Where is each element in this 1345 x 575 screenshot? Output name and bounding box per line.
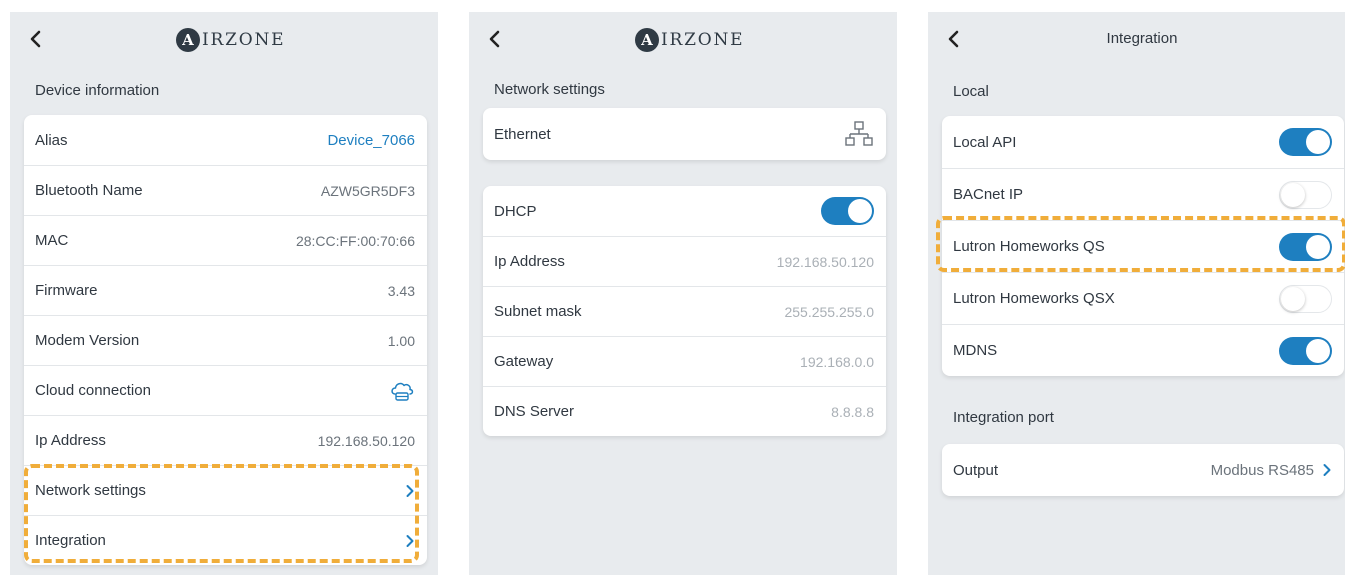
- local-api-toggle[interactable]: [1279, 128, 1332, 156]
- local-integrations-card: Local API BACnet IP Lutron Homeworks QS …: [942, 116, 1344, 376]
- row-firmware: Firmware 3.43: [24, 265, 427, 315]
- bacnet-ip-toggle[interactable]: [1279, 180, 1332, 209]
- dhcp-toggle[interactable]: [821, 197, 874, 225]
- row-ip-address: Ip Address 192.168.50.120: [483, 236, 886, 286]
- row-lutron-homeworks-qsx: Lutron Homeworks QSX: [942, 272, 1344, 324]
- network-icon: [845, 121, 873, 146]
- chevron-left-icon: [489, 30, 500, 48]
- section-title-integration-port: Integration port: [953, 409, 1054, 426]
- back-button[interactable]: [485, 28, 505, 50]
- device-info-card: Alias Device_7066 Bluetooth Name AZW5GR5…: [24, 115, 427, 565]
- row-gateway: Gateway 192.168.0.0: [483, 336, 886, 386]
- row-ip-address: Ip Address 192.168.50.120: [24, 415, 427, 465]
- row-local-api: Local API: [942, 116, 1344, 168]
- integration-item[interactable]: Integration: [24, 515, 427, 565]
- chevron-right-icon: [1322, 463, 1332, 477]
- back-button[interactable]: [26, 28, 46, 50]
- alias-value[interactable]: Device_7066: [327, 132, 415, 149]
- ip-config-card: DHCP Ip Address 192.168.50.120 Subnet ma…: [483, 186, 886, 436]
- network-settings-screen: A IRZONE Network settings Ethernet DHCP …: [469, 12, 897, 575]
- row-dns-server: DNS Server 8.8.8.8: [483, 386, 886, 436]
- row-bluetooth-name: Bluetooth Name AZW5GR5DF3: [24, 165, 427, 215]
- lutron-homeworks-qsx-toggle[interactable]: [1279, 284, 1332, 313]
- integration-port-card: Output Modbus RS485: [942, 444, 1344, 496]
- mdns-toggle[interactable]: [1279, 336, 1332, 365]
- row-subnet-mask: Subnet mask 255.255.255.0: [483, 286, 886, 336]
- lutron-homeworks-qs-toggle[interactable]: [1279, 232, 1332, 261]
- page-title: Integration: [1106, 30, 1178, 47]
- section-title-local: Local: [953, 83, 989, 100]
- row-cloud-connection: Cloud connection: [24, 365, 427, 415]
- airzone-logo: A IRZONE: [176, 27, 285, 53]
- chevron-right-icon: [405, 534, 415, 548]
- chevron-right-icon: [405, 484, 415, 498]
- section-title-device-information: Device information: [35, 82, 160, 99]
- row-dhcp: DHCP: [483, 186, 886, 236]
- row-modem-version: Modem Version 1.00: [24, 315, 427, 365]
- cloud-storage-icon: [391, 382, 414, 401]
- chevron-left-icon: [30, 30, 41, 48]
- row-ethernet[interactable]: Ethernet: [483, 108, 886, 160]
- section-title-network-settings: Network settings: [494, 81, 605, 98]
- airzone-logo: A IRZONE: [635, 27, 744, 53]
- device-information-screen: A IRZONE Device information Alias Device…: [10, 12, 438, 575]
- integration-screen: Integration Local Local API BACnet IP Lu…: [928, 12, 1345, 575]
- row-bacnet-ip: BACnet IP: [942, 168, 1344, 220]
- ethernet-card: Ethernet: [483, 108, 886, 160]
- row-mac: MAC 28:CC:FF:00:70:66: [24, 215, 427, 265]
- row-lutron-homeworks-qs: Lutron Homeworks QS: [942, 220, 1344, 272]
- network-settings-item[interactable]: Network settings: [24, 465, 427, 515]
- output-item[interactable]: Output Modbus RS485: [942, 444, 1344, 496]
- row-mdns: MDNS: [942, 324, 1344, 376]
- row-alias[interactable]: Alias Device_7066: [24, 115, 427, 165]
